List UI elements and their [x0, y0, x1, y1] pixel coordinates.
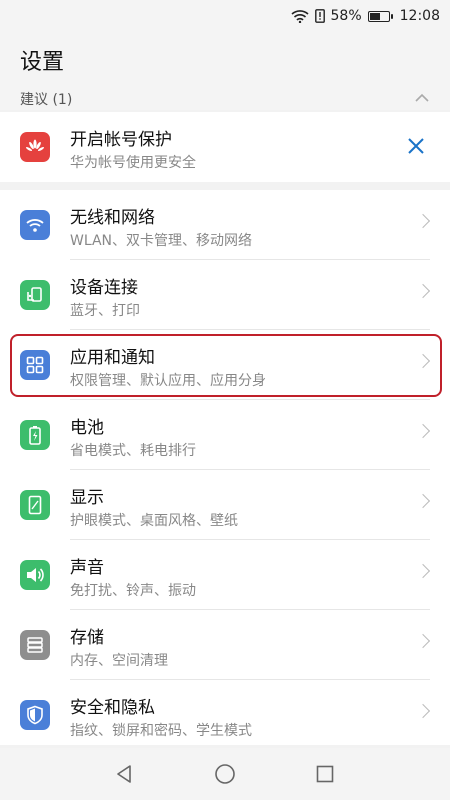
display-icon: [20, 490, 50, 520]
settings-item-subtitle: 内存、空间清理: [70, 653, 168, 669]
settings-item-battery[interactable]: 电池 省电模式、耗电排行: [0, 400, 450, 470]
battery-percent: 58%: [330, 8, 362, 24]
settings-item-title: 应用和通知: [70, 348, 155, 368]
back-icon[interactable]: [75, 764, 175, 784]
suggestion-title: 开启帐号保护: [70, 130, 172, 150]
settings-item-wireless[interactable]: 无线和网络 WLAN、双卡管理、移动网络: [0, 190, 450, 260]
settings-item-storage[interactable]: 存储 内存、空间清理: [0, 610, 450, 680]
settings-item-title: 设备连接: [70, 278, 138, 298]
settings-item-subtitle: 指纹、锁屏和密码、学生模式: [70, 723, 252, 739]
suggestion-card[interactable]: 开启帐号保护 华为帐号使用更安全: [0, 112, 450, 182]
chevron-right-icon: [415, 353, 431, 369]
settings-list: 无线和网络 WLAN、双卡管理、移动网络 设备连接 蓝牙、打印 应用和通知 权限…: [0, 190, 450, 745]
page-title: 设置: [0, 32, 450, 88]
status-bar: 58% 12:08: [0, 0, 450, 32]
storage-icon: [20, 630, 50, 660]
clock: 12:08: [399, 8, 440, 24]
settings-item-title: 电池: [70, 418, 104, 438]
settings-item-title: 声音: [70, 558, 104, 578]
wifi-icon: [20, 210, 50, 240]
settings-item-subtitle: 免打扰、铃声、振动: [70, 583, 196, 599]
suggestion-header[interactable]: 建议 (1): [0, 88, 450, 110]
chevron-right-icon: [415, 423, 431, 439]
sim-alert-icon: [314, 9, 325, 23]
settings-item-apps-notifications[interactable]: 应用和通知 权限管理、默认应用、应用分身: [0, 330, 450, 400]
settings-item-title: 显示: [70, 488, 104, 508]
recents-icon[interactable]: [275, 764, 375, 784]
shield-icon: [20, 700, 50, 730]
device-connect-icon: [20, 280, 50, 310]
settings-item-title: 存储: [70, 628, 104, 648]
suggestion-subtitle: 华为帐号使用更安全: [70, 155, 196, 171]
sound-icon: [20, 560, 50, 590]
huawei-icon: [20, 132, 50, 162]
chevron-right-icon: [415, 563, 431, 579]
suggestion-item[interactable]: 开启帐号保护 华为帐号使用更安全: [0, 112, 450, 182]
chevron-up-icon[interactable]: [414, 88, 430, 107]
settings-item-title: 安全和隐私: [70, 698, 155, 718]
settings-item-subtitle: WLAN、双卡管理、移动网络: [70, 233, 253, 249]
suggestion-header-label: 建议 (1): [20, 92, 73, 108]
settings-item-subtitle: 蓝牙、打印: [70, 303, 140, 319]
settings-item-subtitle: 权限管理、默认应用、应用分身: [70, 373, 266, 389]
home-icon[interactable]: [175, 763, 275, 785]
battery-icon: [367, 10, 393, 22]
apps-icon: [20, 350, 50, 380]
close-icon[interactable]: [406, 136, 426, 156]
settings-item-device-connect[interactable]: 设备连接 蓝牙、打印: [0, 260, 450, 330]
chevron-right-icon: [415, 703, 431, 719]
navigation-bar: [0, 748, 450, 800]
settings-item-title: 无线和网络: [70, 208, 155, 228]
chevron-right-icon: [415, 633, 431, 649]
settings-item-sound[interactable]: 声音 免打扰、铃声、振动: [0, 540, 450, 610]
settings-item-display[interactable]: 显示 护眼模式、桌面风格、壁纸: [0, 470, 450, 540]
chevron-right-icon: [415, 493, 431, 509]
chevron-right-icon: [415, 283, 431, 299]
wifi-status-icon: [290, 9, 309, 23]
settings-item-security[interactable]: 安全和隐私 指纹、锁屏和密码、学生模式: [0, 680, 450, 750]
settings-item-subtitle: 护眼模式、桌面风格、壁纸: [70, 513, 238, 529]
chevron-right-icon: [415, 213, 431, 229]
settings-item-subtitle: 省电模式、耗电排行: [70, 443, 196, 459]
battery-icon: [20, 420, 50, 450]
